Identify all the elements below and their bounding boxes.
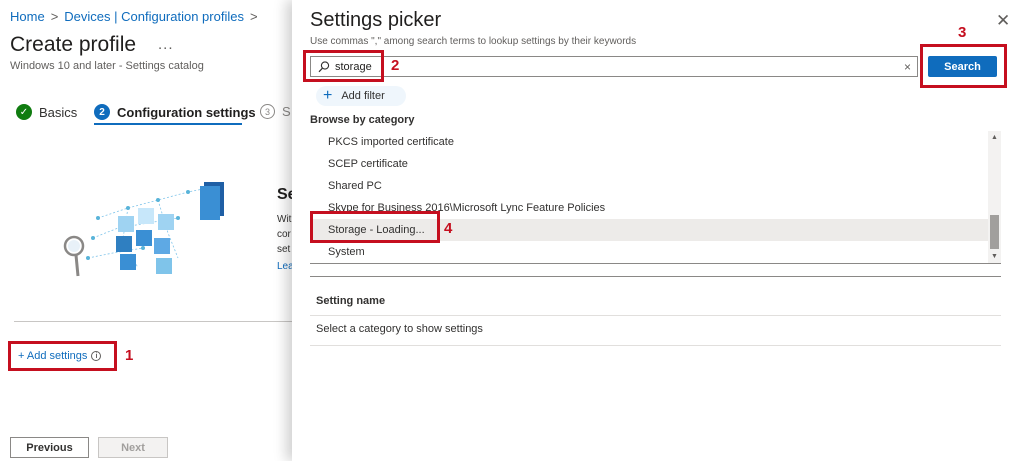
search-box[interactable]: × — [310, 56, 918, 77]
breadcrumb-home-link[interactable]: Home — [10, 9, 45, 24]
category-list: PKCS imported certificate SCEP certifica… — [310, 131, 1001, 264]
wizard-step-basics[interactable]: ✓ Basics — [16, 104, 77, 120]
category-list-scrollbar[interactable]: ▲ ▼ — [988, 131, 1001, 263]
category-item-shared-pc[interactable]: Shared PC — [310, 175, 988, 197]
step-number-badge: 3 — [260, 104, 275, 119]
callout-number: 4 — [444, 220, 453, 237]
wizard-step-configuration-settings[interactable]: 2 Configuration settings — [94, 104, 256, 120]
plus-icon: + — [323, 87, 333, 104]
add-filter-button[interactable]: + Add filter — [316, 86, 406, 106]
callout-box-add-settings — [8, 341, 117, 371]
scrollbar-thumb[interactable] — [990, 215, 999, 249]
step-number-badge: 2 — [94, 104, 110, 120]
breadcrumb: Home > Devices | Configuration profiles > — [10, 9, 264, 24]
callout-box-storage-category — [310, 211, 440, 243]
empty-state-message: Select a category to show settings — [310, 316, 1001, 346]
clear-search-icon[interactable]: × — [904, 60, 911, 74]
search-input[interactable] — [335, 60, 895, 73]
add-filter-label: Add filter — [341, 90, 385, 102]
search-hint: Use commas "," among search terms to loo… — [310, 36, 637, 47]
previous-button[interactable]: Previous — [10, 437, 89, 458]
scroll-down-arrow-icon[interactable]: ▼ — [991, 253, 998, 260]
callout-box-search-button — [920, 44, 1007, 88]
active-step-underline — [94, 123, 242, 125]
wizard-step-label: Basics — [39, 104, 78, 120]
breadcrumb-separator-icon: > — [249, 9, 258, 24]
browse-by-category-label: Browse by category — [310, 114, 415, 126]
close-icon[interactable]: ✕ — [996, 12, 1010, 29]
page-title: Create profile — [10, 33, 137, 56]
callout-number: 3 — [958, 24, 967, 41]
breadcrumb-configuration-profiles-link[interactable]: Devices | Configuration profiles — [64, 9, 244, 24]
wizard-step-label: Configuration settings — [117, 104, 256, 120]
settings-catalog-illustration — [63, 182, 224, 277]
next-button[interactable]: Next — [98, 437, 168, 458]
wizard-step-label: S — [282, 104, 291, 119]
category-item-scep-certificate[interactable]: SCEP certificate — [310, 153, 988, 175]
create-profile-page: Home > Devices | Configuration profiles > C… — [0, 0, 297, 461]
callout-box-search-input — [303, 50, 384, 82]
setting-name-column-header: Setting name — [310, 277, 1001, 316]
breadcrumb-separator-icon: > — [50, 9, 59, 24]
category-item-system[interactable]: System — [310, 241, 988, 263]
panel-title: Settings picker — [310, 9, 442, 31]
divider — [14, 321, 292, 322]
more-options-icon[interactable]: ... — [158, 36, 174, 53]
checkmark-icon: ✓ — [16, 104, 32, 120]
wizard-step-scope-tags[interactable]: 3 S — [260, 104, 291, 119]
scroll-up-arrow-icon[interactable]: ▲ — [991, 134, 998, 141]
callout-number: 2 — [391, 57, 400, 74]
page-subtitle: Windows 10 and later - Settings catalog — [10, 60, 204, 72]
settings-table: Setting name Select a category to show s… — [310, 276, 1001, 346]
category-item-pkcs-imported-certificate[interactable]: PKCS imported certificate — [310, 131, 988, 153]
callout-number: 1 — [125, 347, 134, 364]
